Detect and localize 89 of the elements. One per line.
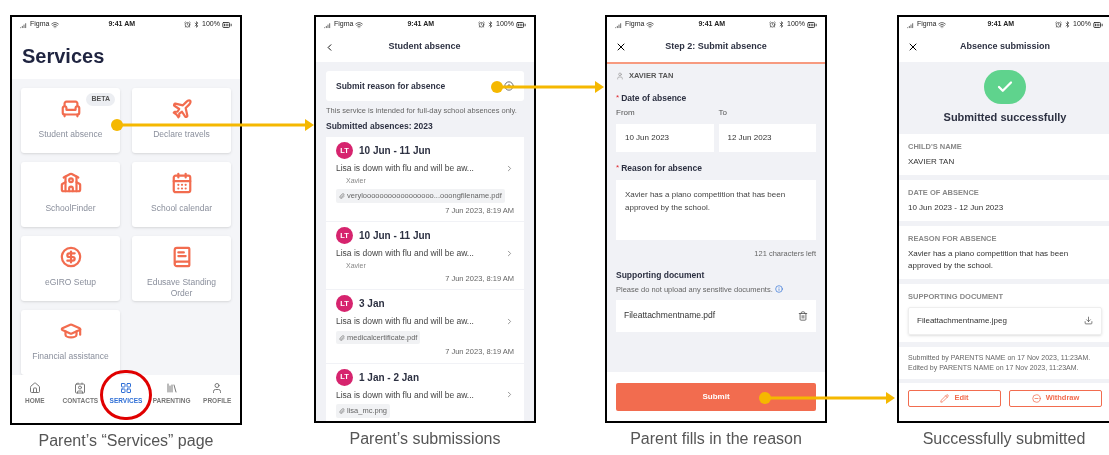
plane-icon: [170, 98, 193, 120]
success-message: Submitted successfully: [943, 110, 1067, 125]
field-label: Reason for absence: [621, 161, 702, 175]
dollar-circle-icon: [59, 246, 82, 268]
absence-summary: Lisa is down with flu and will be aw...: [336, 162, 474, 175]
wifi-icon: [646, 20, 655, 29]
reason-text-area[interactable]: Xavier has a piano competition that has been approved by the school.: [616, 179, 816, 240]
close-icon[interactable]: [907, 41, 919, 53]
wifi-icon: [355, 20, 364, 29]
battery-icon: [222, 19, 232, 30]
screen-caption: Parent’s “Services” page: [38, 431, 214, 450]
chevron-icon: [505, 163, 514, 173]
absence-summary: Lisa is down with flu and will be aw...: [336, 246, 474, 260]
file-name: Fileattachmentname.pdf: [624, 309, 716, 323]
absence-dates: 1 Jan - 2 Jan: [359, 370, 420, 385]
service-tile[interactable]: Edusave Standing Order: [132, 236, 231, 301]
screen-caption: Parent’s submissions: [349, 429, 501, 448]
battery-icon: [1093, 19, 1103, 30]
alarm-icon: [769, 21, 777, 28]
service-tile[interactable]: Financial assistance: [21, 310, 120, 375]
wifi-icon: [51, 20, 60, 29]
from-date-field[interactable]: 10 Jun 2023: [616, 123, 714, 152]
detail-value: Xavier has a piano competition that has been approved by the school.: [908, 248, 1070, 273]
absence-dates: 3 Jan: [359, 297, 385, 312]
person-icon: [616, 72, 624, 80]
required-mark: *: [616, 162, 620, 175]
success-check-icon: [984, 70, 1026, 104]
minus-circle-icon: [1031, 393, 1041, 403]
screen-title: Step 2: Submit absence: [664, 40, 768, 54]
service-tile[interactable]: eGIRO Setup: [21, 236, 120, 301]
from-label: From: [616, 106, 636, 119]
alarm-icon: [1055, 21, 1063, 28]
page-title: Services: [22, 43, 105, 69]
screen-caption: Parent fills in the reason: [630, 429, 802, 448]
bluetooth-icon: [193, 21, 201, 28]
field-label: Date of absence: [621, 92, 687, 105]
trash-icon[interactable]: [798, 310, 808, 321]
signal-icon: [20, 20, 28, 29]
screen-title: Student absence: [387, 40, 462, 54]
home-icon: [28, 382, 41, 394]
service-tile[interactable]: School calendar: [132, 162, 231, 227]
books-icon: [165, 382, 178, 394]
chevron-icon: [505, 317, 514, 327]
file-row[interactable]: Fileattachmentname.pdf: [616, 299, 816, 332]
paperclip-icon: [339, 192, 345, 199]
submit-button[interactable]: Submit: [616, 383, 816, 411]
bluetooth-icon: [778, 21, 786, 28]
screen-caption: Successfully submitted: [922, 429, 1086, 448]
paperclip-icon: [339, 407, 345, 414]
pencil-icon: [940, 393, 950, 403]
file-row[interactable]: Fileattachmentname.jpeg: [908, 306, 1102, 335]
close-icon[interactable]: [615, 41, 627, 53]
battery-icon: [807, 19, 817, 30]
grid-icon: [119, 382, 132, 394]
bluetooth-icon: [487, 21, 495, 28]
screen-title: Absence submission: [959, 40, 1051, 54]
section-title: Submitted absences: 2023: [326, 120, 434, 133]
submit-reason-card[interactable]: Submit reason for absence: [326, 71, 524, 101]
to-date-field[interactable]: 12 Jun 2023: [718, 123, 816, 152]
service-tile[interactable]: Declare travels: [132, 88, 231, 153]
file-name: Fileattachmentname.jpeg: [917, 314, 1007, 327]
calendar-icon: [170, 172, 193, 194]
required-mark: *: [616, 92, 620, 105]
paperclip-icon: [339, 334, 345, 341]
absence-dates: 10 Jun - 11 Jun: [359, 144, 431, 158]
alarm-icon: [184, 21, 192, 28]
download-icon[interactable]: [1084, 316, 1093, 325]
chevron-icon: [505, 248, 514, 258]
absence-summary: Lisa is down with flu and will be aw...: [336, 315, 474, 328]
field-label: Supporting document: [616, 268, 706, 282]
signal-icon: [907, 20, 915, 29]
school-icon: [59, 172, 82, 194]
to-label: To: [718, 106, 728, 119]
chevron-icon: [505, 390, 514, 400]
person-icon: [211, 382, 224, 394]
service-tile[interactable]: SchoolFinder: [21, 162, 120, 227]
absence-summary: Lisa is down with flu and will be aw...: [336, 388, 474, 402]
chair-icon: [59, 98, 82, 120]
detail-value: XAVIER TAN: [908, 155, 956, 168]
bluetooth-icon: [1064, 21, 1072, 28]
battery-icon: [516, 19, 526, 30]
absence-dates: 10 Jun - 11 Jun: [359, 228, 431, 243]
alarm-icon: [478, 21, 486, 28]
signal-icon: [324, 20, 332, 29]
signal-icon: [615, 20, 623, 29]
wifi-icon: [938, 20, 947, 29]
plus-circle-icon: [504, 81, 514, 91]
contact-card-icon: [74, 382, 87, 394]
detail-value: 10 Jun 2023 - 12 Jun 2023: [908, 202, 1005, 214]
